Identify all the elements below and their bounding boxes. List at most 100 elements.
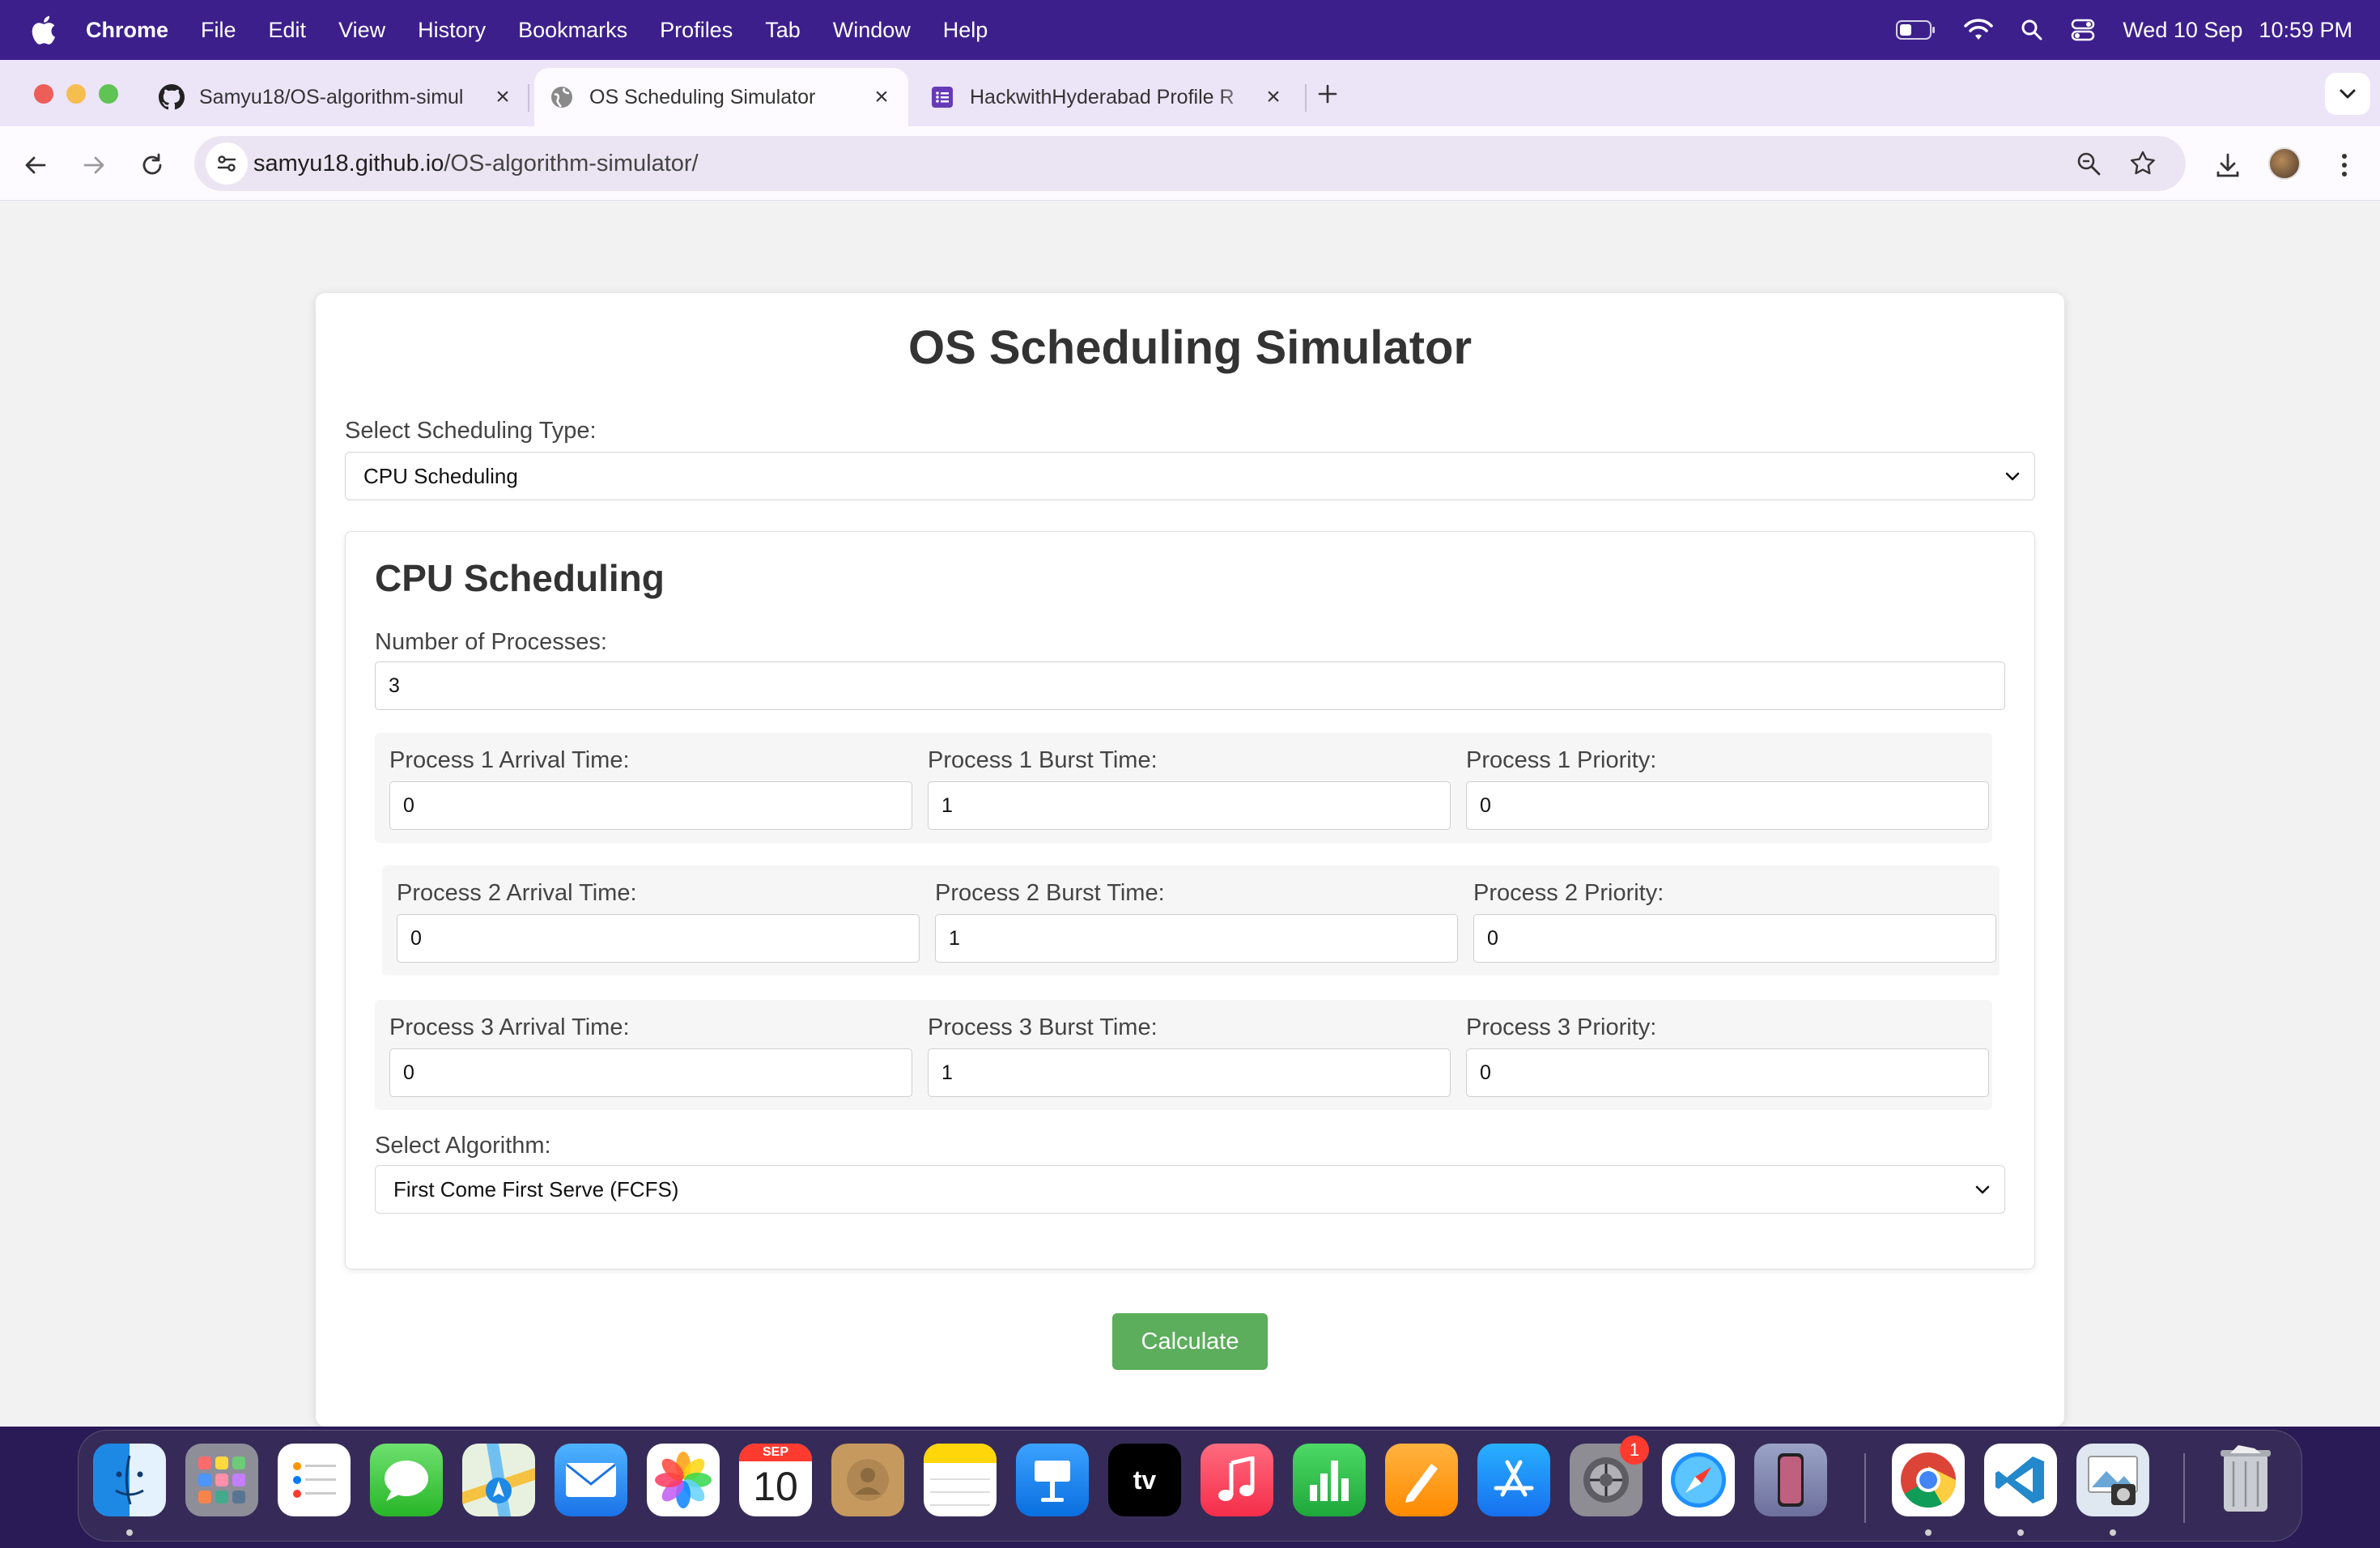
- appstore-icon[interactable]: [1477, 1444, 1550, 1516]
- menu-view[interactable]: View: [338, 18, 385, 43]
- close-window-button[interactable]: [34, 84, 53, 104]
- algorithm-label: Select Algorithm:: [375, 1133, 551, 1159]
- arrow-right-icon: [83, 156, 104, 174]
- menu-bar: Chrome File Edit View History Bookmarks …: [0, 0, 2380, 60]
- spotlight-search-icon[interactable]: [2021, 19, 2043, 41]
- arrival-time-input[interactable]: 0: [397, 914, 920, 963]
- reminders-icon[interactable]: [278, 1444, 351, 1516]
- burst-time-input[interactable]: 1: [928, 1048, 1451, 1097]
- vscode-icon[interactable]: [1984, 1444, 2057, 1516]
- appletv-glyph: tv: [1133, 1465, 1157, 1495]
- calculate-button[interactable]: Calculate: [1112, 1313, 1268, 1370]
- menu-history[interactable]: History: [418, 18, 486, 43]
- photos-icon[interactable]: [647, 1444, 720, 1516]
- calendar-day: 10: [753, 1464, 798, 1509]
- burst-label: Process 1 Burst Time:: [928, 747, 1158, 773]
- bookmark-star-icon[interactable]: [2129, 150, 2157, 181]
- preview-icon[interactable]: [2076, 1444, 2149, 1516]
- tab-separator: [1305, 84, 1307, 112]
- launchpad-icon[interactable]: [185, 1444, 258, 1516]
- section-title: CPU Scheduling: [375, 557, 665, 599]
- finder-icon[interactable]: [93, 1444, 166, 1516]
- download-icon: [2216, 153, 2239, 177]
- reload-button[interactable]: [136, 149, 168, 181]
- zoom-window-button[interactable]: [99, 84, 118, 104]
- keynote-icon[interactable]: [1016, 1444, 1089, 1516]
- url-text[interactable]: samyu18.github.io/OS-algorithm-simulator…: [253, 151, 699, 177]
- burst-time-input[interactable]: 1: [928, 781, 1451, 830]
- control-center-icon[interactable]: [2071, 19, 2095, 41]
- numbers-icon[interactable]: [1293, 1444, 1366, 1516]
- apple-menu-icon[interactable]: [29, 14, 58, 46]
- notes-icon[interactable]: [924, 1444, 997, 1516]
- priority-input[interactable]: 0: [1466, 781, 1989, 830]
- appletv-icon[interactable]: tv: [1108, 1444, 1181, 1516]
- running-indicator: [2017, 1529, 2024, 1536]
- chrome-menu-button[interactable]: [2328, 149, 2361, 181]
- menu-profiles[interactable]: Profiles: [660, 18, 733, 43]
- menubar-date[interactable]: Wed 10 Sep: [2123, 18, 2242, 43]
- iphone-mirroring-icon[interactable]: [1754, 1444, 1827, 1516]
- profile-avatar[interactable]: [2268, 147, 2301, 180]
- menu-help[interactable]: Help: [943, 18, 988, 43]
- browser-window: Samyu18/OS-algorithm-simul × OS Scheduli…: [0, 60, 2380, 1427]
- burst-time-input[interactable]: 1: [935, 914, 1458, 963]
- arrival-time-input[interactable]: 0: [389, 1048, 912, 1097]
- menu-file[interactable]: File: [201, 18, 236, 43]
- menu-edit[interactable]: Edit: [269, 18, 307, 43]
- messages-icon[interactable]: [370, 1444, 443, 1516]
- algorithm-select[interactable]: First Come First Serve (FCFS): [375, 1165, 2005, 1214]
- process-row: Process 1 Arrival Time: 0 Process 1 Burs…: [375, 733, 1992, 843]
- priority-label: Process 2 Priority:: [1473, 880, 1664, 906]
- arrival-label: Process 1 Arrival Time:: [389, 747, 630, 773]
- arrival-time-input[interactable]: 0: [389, 781, 912, 830]
- priority-input[interactable]: 0: [1466, 1048, 1989, 1097]
- calendar-icon[interactable]: SEP 10: [739, 1444, 812, 1516]
- running-indicator: [2110, 1529, 2116, 1536]
- tab-search-button[interactable]: [2325, 73, 2370, 115]
- notification-badge: 1: [1620, 1435, 1649, 1465]
- close-tab-icon[interactable]: ×: [1261, 83, 1286, 111]
- arrival-label: Process 2 Arrival Time:: [397, 880, 637, 906]
- close-tab-icon[interactable]: ×: [491, 83, 515, 111]
- downloads-button[interactable]: [2212, 149, 2244, 181]
- wifi-icon[interactable]: [1964, 19, 1994, 41]
- settings-icon[interactable]: 1: [1570, 1435, 1649, 1516]
- forms-icon: [929, 84, 955, 110]
- address-bar[interactable]: samyu18.github.io/OS-algorithm-simulator…: [194, 136, 2186, 191]
- pages-icon[interactable]: [1385, 1444, 1458, 1516]
- menu-window[interactable]: Window: [833, 18, 911, 43]
- menu-tab[interactable]: Tab: [765, 18, 801, 43]
- zoom-icon[interactable]: [2076, 151, 2102, 181]
- new-tab-button[interactable]: [1313, 79, 1342, 108]
- priority-label: Process 1 Priority:: [1466, 747, 1657, 773]
- maps-icon[interactable]: [462, 1444, 535, 1516]
- scheduling-type-select[interactable]: CPU Scheduling: [345, 452, 2035, 500]
- chevron-down-icon: [2005, 472, 2020, 481]
- trash-icon[interactable]: [2209, 1444, 2282, 1516]
- priority-input[interactable]: 0: [1473, 914, 1996, 963]
- back-button[interactable]: [19, 149, 52, 181]
- site-settings-icon[interactable]: [206, 142, 248, 185]
- mail-icon[interactable]: [555, 1444, 627, 1516]
- safari-icon[interactable]: [1662, 1444, 1735, 1516]
- battery-icon[interactable]: [1896, 19, 1936, 40]
- tab-hackwithhyderabad[interactable]: HackwithHyderabad Profile R ×: [929, 68, 1286, 126]
- menu-bookmarks[interactable]: Bookmarks: [518, 18, 627, 43]
- num-processes-input[interactable]: 3: [375, 661, 2005, 710]
- minimize-window-button[interactable]: [66, 84, 86, 104]
- close-tab-icon[interactable]: ×: [869, 83, 894, 111]
- menubar-time[interactable]: 10:59 PM: [2259, 18, 2352, 43]
- tab-github[interactable]: Samyu18/OS-algorithm-simul ×: [159, 68, 515, 126]
- calendar-month: SEP: [739, 1444, 812, 1461]
- contacts-icon[interactable]: [831, 1444, 904, 1516]
- arrow-left-icon: [25, 156, 46, 174]
- forward-button[interactable]: [78, 149, 110, 181]
- arrival-label: Process 3 Arrival Time:: [389, 1014, 630, 1040]
- tab-title: HackwithHyderabad Profile R: [970, 85, 1235, 108]
- menu-app-name[interactable]: Chrome: [86, 18, 168, 43]
- music-icon[interactable]: [1201, 1444, 1273, 1516]
- notes-header: [924, 1444, 997, 1463]
- tab-os-scheduling-simulator[interactable]: OS Scheduling Simulator ×: [534, 68, 908, 126]
- chrome-icon[interactable]: [1892, 1444, 1965, 1516]
